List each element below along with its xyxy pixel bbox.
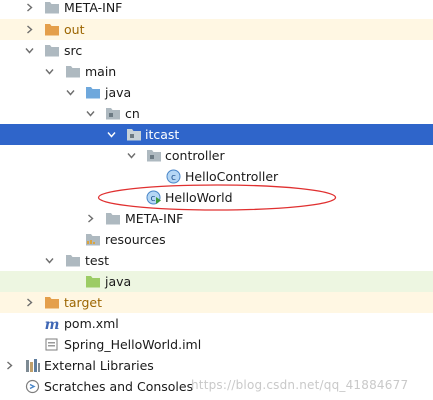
module-file-icon <box>44 337 60 352</box>
folder-excluded-icon <box>44 295 60 310</box>
tree-node-label: main <box>85 64 117 79</box>
chevron-down-icon[interactable] <box>107 130 116 139</box>
tree-node-label: Spring_HelloWorld.iml <box>64 337 202 352</box>
chevron-right-icon[interactable] <box>25 25 34 34</box>
tree-node-meta-inf-top[interactable]: META-INF <box>0 0 433 18</box>
tree-node-src[interactable]: src <box>0 40 433 61</box>
folder-icon <box>44 43 60 58</box>
chevron-down-icon[interactable] <box>86 109 95 118</box>
tree-node-itcast[interactable]: itcast <box>0 124 433 145</box>
source-folder-icon <box>85 85 101 100</box>
tree-node-label: cn <box>125 106 140 121</box>
tree-node-label: controller <box>165 148 225 163</box>
watermark-text: https://blog.csdn.net/qq_41884677 <box>191 378 409 392</box>
tree-node-controller[interactable]: controller <box>0 145 433 166</box>
tree-node-label: out <box>64 22 85 37</box>
tree-node-iml[interactable]: Spring_HelloWorld.iml <box>0 334 433 355</box>
tree-node-label: itcast <box>145 127 180 142</box>
package-folder-icon <box>146 148 162 163</box>
package-folder-icon <box>105 106 121 121</box>
tree-node-label: External Libraries <box>44 358 154 373</box>
libraries-icon <box>25 358 41 373</box>
tree-node-label: HelloWorld <box>165 190 233 205</box>
tree-node-label: META-INF <box>64 0 123 15</box>
tree-node-resources[interactable]: resources <box>0 229 433 250</box>
chevron-right-icon[interactable] <box>5 361 14 370</box>
tree-node-label: target <box>64 295 103 310</box>
tree-node-label: java <box>105 85 132 100</box>
tree-node-label: HelloController <box>185 169 279 184</box>
tree-node-label: pom.xml <box>64 316 119 331</box>
java-runnable-class-icon: c <box>146 190 162 205</box>
chevron-down-icon[interactable] <box>25 46 34 55</box>
maven-icon: m <box>44 316 60 331</box>
tree-node-pom[interactable]: m pom.xml <box>0 313 433 334</box>
folder-icon <box>65 253 81 268</box>
folder-excluded-icon <box>44 22 60 37</box>
tree-node-out[interactable]: out <box>0 19 433 40</box>
tree-node-external-libraries[interactable]: External Libraries <box>0 355 433 376</box>
scratches-icon <box>25 379 41 394</box>
chevron-right-icon[interactable] <box>25 3 34 12</box>
tree-node-java-main[interactable]: java <box>0 82 433 103</box>
chevron-right-icon[interactable] <box>25 298 34 307</box>
tree-node-hello-world[interactable]: c HelloWorld <box>0 187 433 208</box>
chevron-down-icon[interactable] <box>45 256 54 265</box>
resources-folder-icon <box>85 232 101 247</box>
svg-text:c: c <box>171 173 176 183</box>
tree-node-label: Scratches and Consoles <box>44 379 194 394</box>
folder-icon <box>105 211 121 226</box>
tree-node-test[interactable]: test <box>0 250 433 271</box>
tree-node-java-test[interactable]: java <box>0 271 433 292</box>
java-class-icon: c <box>166 169 182 184</box>
chevron-down-icon[interactable] <box>45 67 54 76</box>
tree-node-label: java <box>105 274 132 289</box>
chevron-right-icon[interactable] <box>86 214 95 223</box>
package-folder-icon <box>126 127 142 142</box>
tree-node-main[interactable]: main <box>0 61 433 82</box>
tree-node-label: src <box>64 43 83 58</box>
chevron-down-icon[interactable] <box>66 88 75 97</box>
tree-node-hello-controller[interactable]: c HelloController <box>0 166 433 187</box>
tree-node-target[interactable]: target <box>0 292 433 313</box>
tree-node-label: resources <box>105 232 166 247</box>
svg-text:c: c <box>151 194 156 204</box>
project-tree: META-INF out src main java cn itcast con… <box>0 0 433 400</box>
tree-node-label: META-INF <box>125 211 184 226</box>
test-folder-icon <box>85 274 101 289</box>
folder-icon <box>65 64 81 79</box>
tree-node-meta-inf[interactable]: META-INF <box>0 208 433 229</box>
tree-node-cn[interactable]: cn <box>0 103 433 124</box>
folder-icon <box>44 0 60 15</box>
tree-node-label: test <box>85 253 110 268</box>
chevron-down-icon[interactable] <box>127 151 136 160</box>
svg-text:m: m <box>45 317 60 331</box>
